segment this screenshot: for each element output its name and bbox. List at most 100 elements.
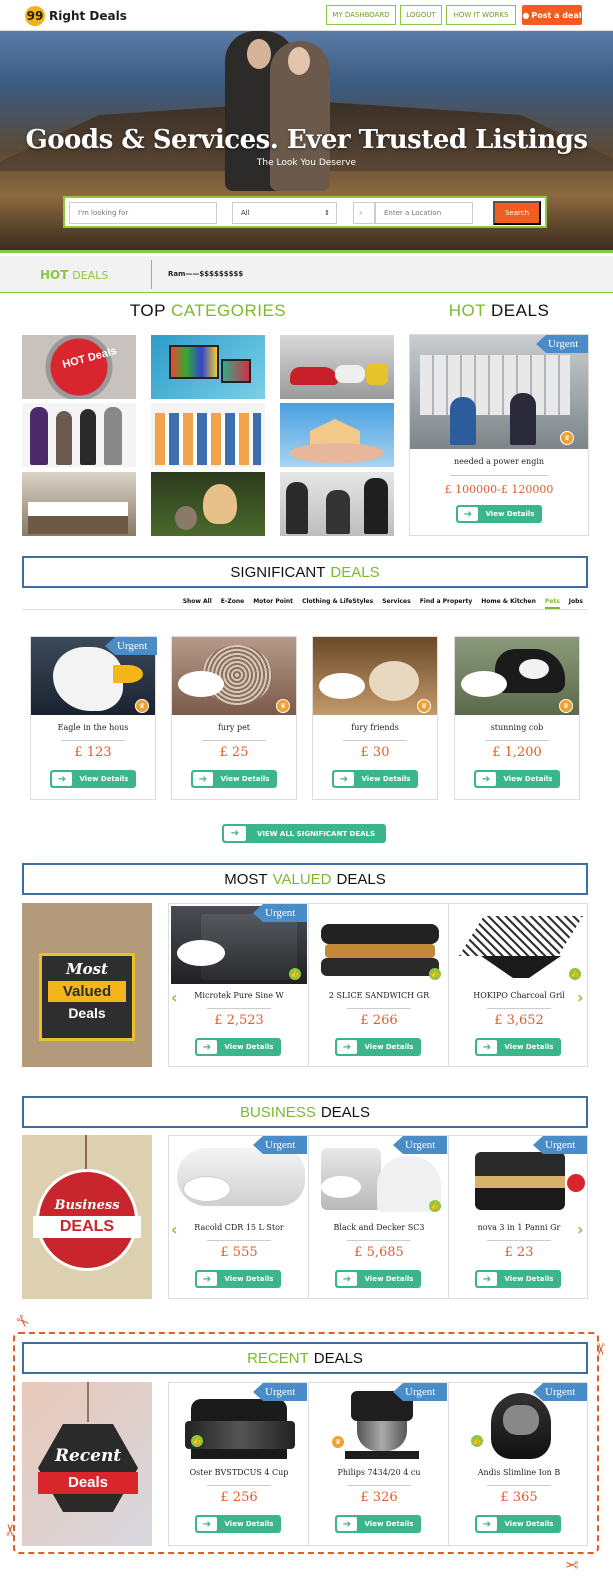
- view-details-button[interactable]: ➔ View Details: [474, 770, 560, 788]
- nav-logout[interactable]: LOGOUT: [400, 5, 442, 25]
- urgent-badge: Urgent: [536, 335, 588, 353]
- location-pin-icon: ⌕: [353, 202, 375, 224]
- most-valued-banner: Most Valued Deals: [22, 903, 152, 1067]
- deal-name: fury pet: [217, 723, 251, 732]
- hot-deal-card[interactable]: Urgent ♛ needed a power engin £ 100000-£…: [409, 334, 589, 536]
- tab-jobs[interactable]: Jobs: [569, 592, 583, 609]
- view-details-button[interactable]: ➔ View Details: [195, 1515, 281, 1533]
- top-navbar: 99 Right Deals MY DASHBOARD LOGOUT HOW I…: [0, 0, 613, 31]
- deal-name: Black and Decker SC3: [333, 1223, 425, 1232]
- significant-deal-card[interactable]: Urgent ♛ Eagle in the hous £ 123 ➔ View D…: [30, 636, 157, 800]
- deal-name: Microtek Pure Sine W: [194, 991, 284, 1000]
- crown-icon: ♛: [560, 431, 574, 445]
- category-tile-electronics[interactable]: [151, 335, 265, 399]
- valued-deal-item[interactable]: Urgent 👍 Microtek Pure Sine W £ 2,523 ➔ V…: [169, 904, 309, 1066]
- view-details-button[interactable]: ➔ View Details: [332, 770, 418, 788]
- urgent-badge: Urgent: [533, 1383, 587, 1401]
- business-deal-item[interactable]: Urgent Racold CDR 15 L Stor £ 555 ➔ View …: [169, 1136, 309, 1298]
- recent-deal-item[interactable]: Urgent 👍 Oster BVSTDCUS 4 Cup £ 256 ➔ Vie…: [169, 1383, 309, 1545]
- view-details-button[interactable]: ➔ View Details: [191, 770, 277, 788]
- post-a-deal-button[interactable]: ● Post a deal: [522, 5, 582, 25]
- carousel-next-icon[interactable]: ›: [577, 988, 584, 1007]
- recent-deals-banner: Recent Deals: [22, 1382, 152, 1546]
- business-deal-item[interactable]: Urgent 👍 Black and Decker SC3 £ 5,685 ➔ V…: [309, 1136, 449, 1298]
- significant-deal-card[interactable]: ♛ fury pet £ 25 ➔ View Details: [171, 636, 297, 800]
- view-details-button[interactable]: ➔ View Details: [195, 1038, 281, 1056]
- top-categories-title: TOP CATEGORIES: [129, 301, 287, 320]
- valued-deal-item[interactable]: 👍 HOKIPO Charcoal Gril £ 3,652 ➔ View Det…: [449, 904, 589, 1066]
- deal-name: stunning cob: [490, 723, 544, 732]
- carousel-next-icon[interactable]: ›: [577, 1220, 584, 1239]
- arrow-right-icon: ➔: [334, 772, 354, 786]
- arrow-right-icon: ➔: [477, 1040, 497, 1054]
- urgent-badge: Urgent: [533, 1136, 587, 1154]
- category-tile-pets[interactable]: [151, 472, 265, 536]
- significant-deal-card[interactable]: ♛ fury friends £ 30 ➔ View Details: [312, 636, 438, 800]
- category-tile-services[interactable]: [151, 403, 265, 467]
- deal-image: [451, 906, 587, 984]
- view-details-button[interactable]: ➔ View Details: [50, 770, 136, 788]
- valued-deal-item[interactable]: 👍 2 SLICE SANDWICH GR £ 266 ➔ View Detail…: [309, 904, 449, 1066]
- tab-e-zone[interactable]: E-Zone: [221, 592, 244, 609]
- significant-deal-card[interactable]: ♛ stunning cob £ 1,200 ➔ View Details: [454, 636, 580, 800]
- divider: [202, 740, 266, 741]
- recent-deal-item[interactable]: Urgent 👍 Andis Slimline Ion B £ 365 ➔ Vie…: [449, 1383, 589, 1545]
- deal-name: Eagle in the hous: [57, 723, 129, 732]
- divider: [487, 1008, 551, 1009]
- post-deal-icon: ●: [522, 10, 530, 20]
- deal-name: HOKIPO Charcoal Gril: [473, 991, 565, 1000]
- view-details-button[interactable]: ➔ View Details: [335, 1270, 421, 1288]
- tab-find-a-property[interactable]: Find a Property: [420, 592, 473, 609]
- category-select-value: All: [241, 209, 250, 217]
- search-button[interactable]: Search: [493, 201, 541, 225]
- view-details-button[interactable]: ➔ View Details: [475, 1038, 561, 1056]
- tab-services[interactable]: Services: [382, 592, 411, 609]
- nav-how-it-works[interactable]: HOW IT WORKS: [446, 5, 516, 25]
- view-details-button[interactable]: ➔ View Details: [475, 1515, 561, 1533]
- view-details-button[interactable]: ➔ View Details: [335, 1038, 421, 1056]
- divider: [450, 475, 548, 476]
- tab-motor-point[interactable]: Motor Point: [253, 592, 293, 609]
- deal-name: 2 SLICE SANDWICH GR: [328, 991, 430, 1000]
- recent-deal-item[interactable]: Urgent ♛ Philips 7434/20 4 cu £ 326 ➔ Vie…: [309, 1383, 449, 1545]
- deal-name: Oster BVSTDCUS 4 Cup: [189, 1468, 289, 1477]
- view-all-significant-deals-button[interactable]: ➔ VIEW ALL SIGNIFICANT DEALS: [222, 824, 386, 843]
- thumbs-up-icon: 👍: [429, 968, 441, 980]
- category-tile-home-kitchen[interactable]: [22, 472, 136, 536]
- arrow-right-icon: ➔: [476, 772, 496, 786]
- view-details-button[interactable]: ➔ View Details: [456, 505, 542, 523]
- tab-pets[interactable]: Pets: [544, 592, 560, 609]
- urgent-badge: Urgent: [393, 1383, 447, 1401]
- thumbs-up-icon: 👍: [191, 1435, 203, 1447]
- ticker-text[interactable]: Ram——$$$$$$$$$: [168, 270, 243, 278]
- category-tile-property[interactable]: [280, 403, 394, 467]
- crown-icon: ♛: [276, 699, 290, 713]
- divider: [487, 1485, 551, 1486]
- search-input[interactable]: [69, 202, 217, 224]
- recent-deals-sign: [38, 1424, 138, 1512]
- view-details-button[interactable]: ➔ View Details: [335, 1515, 421, 1533]
- deal-price: £ 256: [220, 1490, 258, 1505]
- carousel-prev-icon[interactable]: ‹: [171, 988, 178, 1007]
- view-details-button[interactable]: ➔ View Details: [475, 1270, 561, 1288]
- category-select[interactable]: All ⇕: [232, 202, 337, 224]
- significant-deals-title: SIGNIFICANT DEALS: [22, 556, 588, 588]
- category-tile-hot-deals[interactable]: HOT Deals: [22, 335, 136, 399]
- nav-my-dashboard[interactable]: MY DASHBOARD: [326, 5, 396, 25]
- category-tile-motor[interactable]: [280, 335, 394, 399]
- business-deals-title: BUSINESS DEALS: [22, 1096, 588, 1128]
- logo-text: Right Deals: [49, 9, 127, 23]
- tab-show-all[interactable]: Show All: [183, 592, 212, 609]
- carousel-prev-icon[interactable]: ‹: [171, 1220, 178, 1239]
- tab-clothing-lifestyles[interactable]: Clothing & LifeStyles: [302, 592, 373, 609]
- business-deal-item[interactable]: Urgent nova 3 in 1 Panni Gr £ 23 ➔ View D…: [449, 1136, 589, 1298]
- arrow-right-icon: ➔: [337, 1272, 357, 1286]
- site-logo[interactable]: 99 Right Deals: [25, 6, 127, 26]
- view-details-button[interactable]: ➔ View Details: [195, 1270, 281, 1288]
- arrow-right-icon: ➔: [337, 1517, 357, 1531]
- location-input[interactable]: [375, 202, 473, 224]
- category-tile-jobs[interactable]: [280, 472, 394, 536]
- tab-home-kitchen[interactable]: Home & Kitchen: [481, 592, 536, 609]
- category-tile-fashion[interactable]: [22, 403, 136, 467]
- divider: [487, 1240, 551, 1241]
